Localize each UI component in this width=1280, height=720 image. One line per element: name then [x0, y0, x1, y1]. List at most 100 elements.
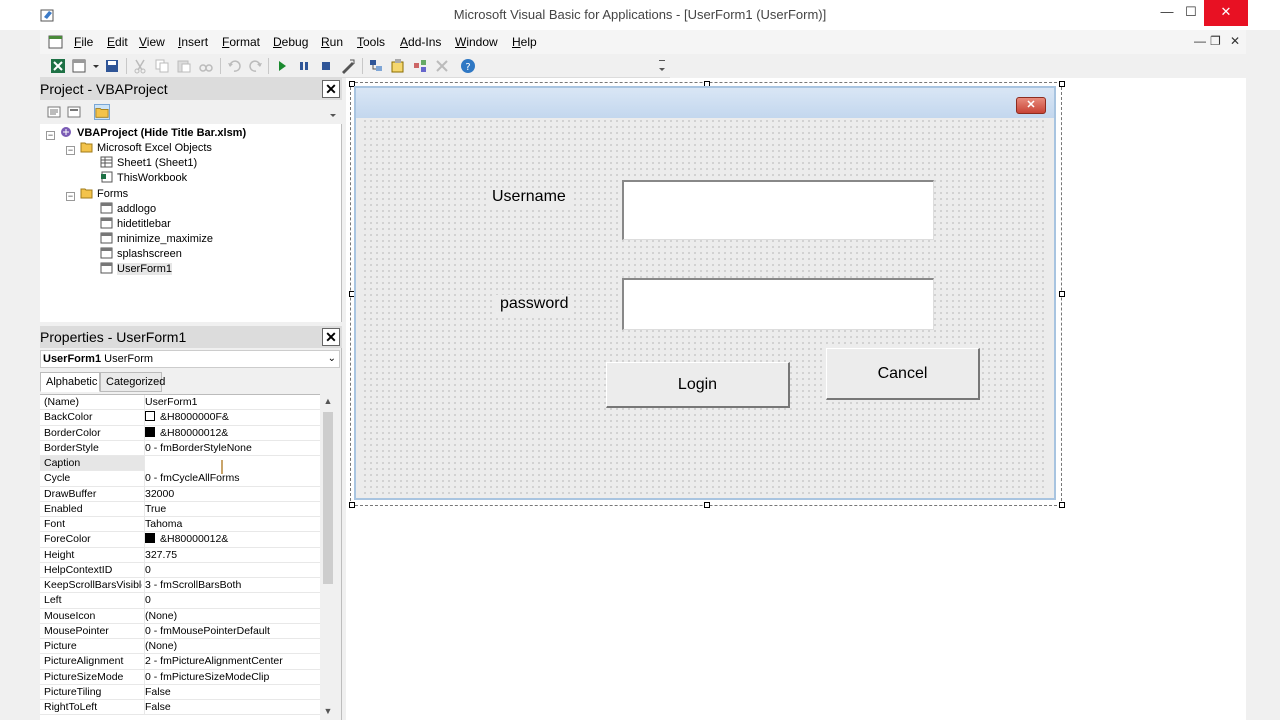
menu-file[interactable]: File [74, 35, 93, 49]
chevron-down-icon[interactable]: ⌄ [328, 351, 336, 367]
resize-handle[interactable] [1059, 81, 1065, 87]
undo-icon[interactable] [226, 58, 242, 74]
property-row-drawbuffer[interactable]: DrawBuffer 32000 [40, 486, 320, 502]
userform-canvas[interactable]: ✕ Username password Login Cancel [354, 86, 1056, 500]
tree-collapse-icon[interactable]: − [66, 192, 75, 201]
property-row-font[interactable]: Font Tahoma [40, 517, 320, 533]
property-row-helpcontextid[interactable]: HelpContextID 0 [40, 562, 320, 578]
menu-window[interactable]: Window [455, 35, 498, 49]
property-row-backcolor[interactable]: BackColor &H8000000F& [40, 410, 320, 426]
property-row-cycle[interactable]: Cycle 0 - fmCycleAllForms [40, 471, 320, 487]
excel-icon[interactable] [50, 58, 66, 74]
toggle-folders-icon[interactable] [94, 104, 110, 120]
menu-add-ins[interactable]: Add-Ins [400, 35, 441, 49]
properties-pane-close-button[interactable]: ✕ [322, 328, 340, 346]
maximize-button[interactable]: ☐ [1176, 0, 1206, 26]
property-row-caption[interactable]: Caption [40, 456, 320, 472]
property-row-mousepointer[interactable]: MousePointer 0 - fmMousePointerDefault [40, 623, 320, 639]
scroll-down-icon[interactable]: ▼ [320, 706, 336, 720]
property-row-borderstyle[interactable]: BorderStyle 0 - fmBorderStyleNone [40, 440, 320, 456]
tree-collapse-icon[interactable]: − [46, 131, 55, 140]
redo-icon[interactable] [248, 58, 264, 74]
project-pane-close-button[interactable]: ✕ [322, 80, 340, 98]
break-icon[interactable] [296, 58, 312, 74]
menu-run[interactable]: Run [321, 35, 343, 49]
dropdown-arrow-icon[interactable] [92, 58, 100, 74]
tree-item-splashscreen[interactable]: splashscreen [100, 247, 182, 262]
menu-tools[interactable]: Tools [357, 35, 385, 49]
mdi-close-button[interactable]: ✕ [1230, 34, 1240, 48]
tree-item-hidetitlebar[interactable]: hidetitlebar [100, 217, 171, 232]
property-row-left[interactable]: Left 0 [40, 593, 320, 609]
property-row-picturetiling[interactable]: PictureTiling False [40, 684, 320, 700]
tree-item-userform1[interactable]: UserForm1 [100, 262, 173, 277]
view-object-icon[interactable] [66, 104, 82, 120]
tree-excel-objects[interactable]: Microsoft Excel Objects [80, 141, 212, 156]
property-row-enabled[interactable]: Enabled True [40, 501, 320, 517]
menu-debug[interactable]: Debug [273, 35, 308, 49]
property-row-height[interactable]: Height 327.75 [40, 547, 320, 563]
scrollbar-thumb[interactable] [323, 412, 333, 584]
login-button[interactable]: Login [606, 362, 790, 408]
toolbox-icon[interactable] [434, 58, 450, 74]
mdi-minimize-button[interactable]: — [1194, 34, 1206, 48]
username-label[interactable]: Username [486, 188, 572, 210]
property-row-forecolor[interactable]: ForeColor &H80000012& [40, 532, 320, 548]
userform-caption-bar[interactable]: ✕ [356, 88, 1054, 118]
menu-help[interactable]: Help [512, 35, 537, 49]
resize-handle[interactable] [1059, 502, 1065, 508]
reset-icon[interactable] [318, 58, 334, 74]
tree-item-thisworkbook[interactable]: ThisWorkbook [100, 171, 187, 186]
tree-item-minimize-maximize[interactable]: minimize_maximize [100, 232, 213, 247]
menu-insert[interactable]: Insert [178, 35, 208, 49]
scroll-up-icon[interactable]: ▲ [320, 396, 336, 410]
find-icon[interactable] [198, 58, 214, 74]
mdi-restore-button[interactable]: ❐ [1210, 34, 1221, 48]
form-icon[interactable] [48, 34, 64, 50]
tab-alphabetic[interactable]: Alphabetic [40, 372, 100, 392]
tree-item-addlogo[interactable]: addlogo [100, 202, 156, 217]
property-row-righttoleft[interactable]: RightToLeft False [40, 700, 320, 716]
password-textbox[interactable] [622, 278, 934, 330]
tree-item-sheet1[interactable]: Sheet1 (Sheet1) [100, 156, 197, 171]
tree-forms[interactable]: Forms [80, 187, 128, 202]
run-icon[interactable] [274, 58, 290, 74]
property-row-picture[interactable]: Picture (None) [40, 639, 320, 655]
save-icon[interactable] [104, 58, 120, 74]
close-button[interactable]: ✕ [1204, 0, 1248, 26]
cut-icon[interactable] [132, 58, 148, 74]
project-toolbar-scroll-icon[interactable] [328, 104, 338, 120]
tree-root[interactable]: VBAProject (Hide Title Bar.xlsm) [60, 126, 246, 141]
property-row-picturealignment[interactable]: PictureAlignment 2 - fmPictureAlignmentCe… [40, 654, 320, 670]
password-label[interactable]: password [494, 295, 575, 317]
menu-edit[interactable]: Edit [107, 35, 128, 49]
property-row-keepscrollbarsvisible[interactable]: KeepScrollBarsVisible 3 - fmScrollBarsBot… [40, 578, 320, 594]
copy-icon[interactable] [154, 58, 170, 74]
toolbar-options-icon[interactable] [658, 58, 666, 74]
object-selector[interactable]: UserForm1 UserForm ⌄ [40, 350, 340, 368]
property-row-mouseicon[interactable]: MouseIcon (None) [40, 608, 320, 624]
property-row-name[interactable]: (Name) UserForm1 [40, 395, 320, 411]
object-browser-icon[interactable] [412, 58, 428, 74]
properties-scrollbar[interactable]: ▲ ▼ [320, 394, 336, 720]
help-icon[interactable]: ? [460, 58, 476, 74]
design-mode-icon[interactable] [340, 58, 356, 74]
resize-handle[interactable] [349, 502, 355, 508]
tab-categorized[interactable]: Categorized [100, 372, 165, 392]
resize-handle[interactable] [704, 502, 710, 508]
property-row-picturesizemode[interactable]: PictureSizeMode 0 - fmPictureSizeModeClip [40, 669, 320, 685]
properties-window-icon[interactable] [390, 58, 406, 74]
userform-client-area[interactable]: Username password Login Cancel [362, 118, 1048, 494]
userform-close-button[interactable]: ✕ [1016, 97, 1046, 114]
property-row-bordercolor[interactable]: BorderColor &H80000012& [40, 425, 320, 441]
insert-userform-icon[interactable] [72, 58, 88, 74]
view-code-icon[interactable] [46, 104, 62, 120]
username-textbox[interactable] [622, 180, 934, 240]
menu-format[interactable]: Format [222, 35, 260, 49]
tree-collapse-icon[interactable]: − [66, 146, 75, 155]
project-explorer-icon[interactable] [368, 58, 384, 74]
menu-view[interactable]: View [139, 35, 165, 49]
resize-handle[interactable] [1059, 291, 1065, 297]
paste-icon[interactable] [176, 58, 192, 74]
cancel-button[interactable]: Cancel [826, 348, 980, 400]
